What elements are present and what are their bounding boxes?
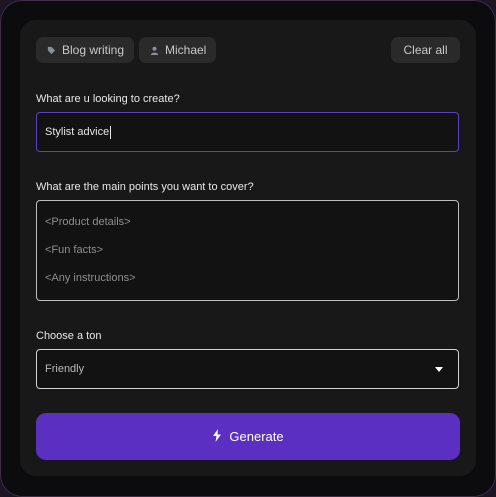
points-field-label: What are the main points you want to cov…: [36, 181, 254, 193]
tone-select[interactable]: Friendly: [36, 349, 459, 389]
create-input[interactable]: Stylist advice: [36, 112, 459, 152]
tone-field-label: Choose a ton: [36, 330, 102, 342]
tag-chip-michael[interactable]: Michael: [139, 37, 217, 63]
tag-icon: [46, 45, 56, 55]
text-caret: [110, 125, 112, 139]
generate-label: Generate: [229, 429, 284, 444]
tag-chip-label: Michael: [165, 43, 207, 57]
chevron-down-icon: [435, 366, 443, 372]
tag-chip-blog-writing[interactable]: Blog writing: [36, 37, 135, 63]
tag-chip-label: Blog writing: [62, 43, 125, 57]
create-input-value: Stylist advice: [45, 126, 110, 138]
points-textarea[interactable]: <Product details> <Fun facts> <Any instr…: [36, 200, 459, 301]
tone-select-value: Friendly: [45, 363, 85, 375]
placeholder-line: <Any instructions>: [45, 272, 136, 284]
create-field-label: What are u looking to create?: [36, 93, 180, 105]
user-icon: [149, 45, 159, 55]
placeholder-line: <Fun facts>: [45, 244, 104, 256]
lightning-icon: [212, 428, 222, 445]
placeholder-line: <Product details>: [45, 216, 131, 228]
generate-button[interactable]: Generate: [36, 413, 460, 460]
clear-all-button[interactable]: Clear all: [391, 37, 460, 63]
